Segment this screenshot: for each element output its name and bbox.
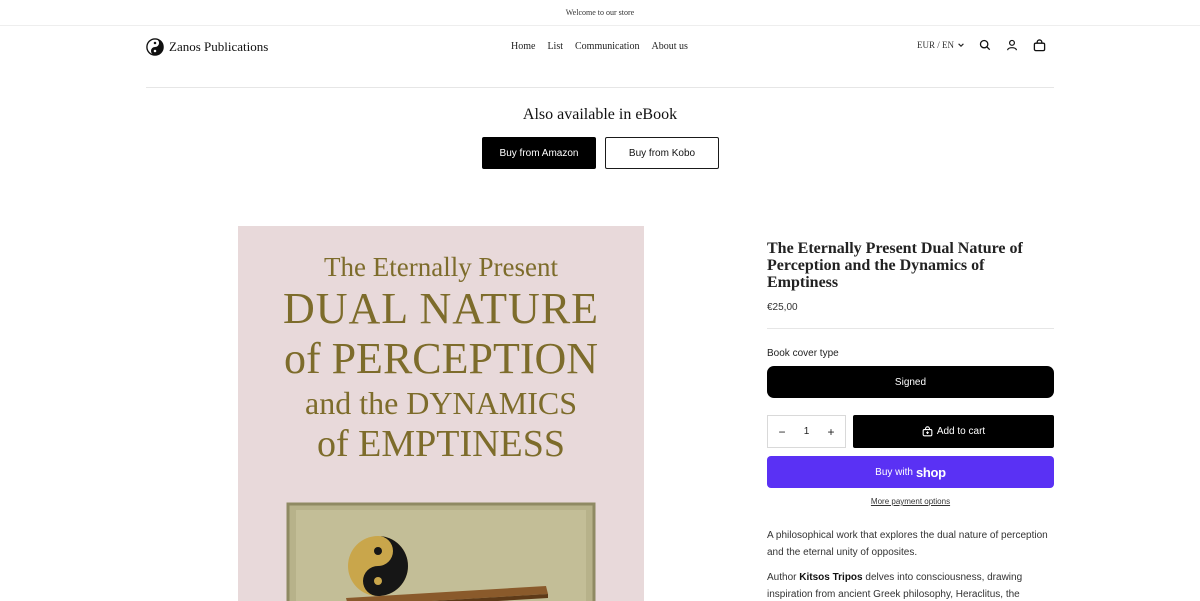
product-description: A philosophical work that explores the d… [767, 530, 1048, 558]
author-name: Kitsos Tripos [799, 572, 863, 583]
nav-item-home[interactable]: Home [511, 41, 535, 52]
buy-from-kobo-button[interactable]: Buy from Kobo [605, 137, 719, 169]
main-nav: Home List Communication About us [511, 41, 688, 52]
account-icon[interactable] [1005, 38, 1019, 52]
author-paragraph: Author Kitsos Tripos delves into conscio… [767, 569, 1054, 601]
site-header: Zanos Publications Home List Communicati… [146, 26, 1054, 88]
product-title: The Eternally Present Dual Nature of Per… [767, 240, 1023, 291]
cover-painting [286, 502, 596, 601]
cover-line: and the DYNAMICS [305, 385, 577, 421]
ebook-heading: Also available in eBook [522, 106, 678, 123]
cover-line: of PERCEPTION [283, 334, 599, 383]
product-price: €25,00 [767, 302, 798, 313]
search-icon[interactable] [978, 38, 992, 52]
quantity-stepper: − 1 + [767, 415, 846, 448]
locale-label: EUR / EN [917, 40, 954, 50]
cart-plus-icon [922, 426, 933, 437]
nav-item-list[interactable]: List [547, 41, 563, 52]
locale-selector[interactable]: EUR / EN [917, 40, 965, 50]
add-to-cart-label: Add to cart [936, 426, 986, 437]
variant-label: Book cover type [767, 348, 839, 359]
nav-item-about[interactable]: About us [651, 41, 687, 52]
cart-row: − 1 + Add to cart [767, 415, 1054, 448]
nav-item-communication[interactable]: Communication [575, 41, 639, 52]
cover-title: The Eternally Present DUAL NATURE of PER… [238, 252, 644, 465]
quantity-input[interactable]: 1 [804, 426, 810, 437]
quantity-decrease-button[interactable]: − [776, 425, 788, 439]
cover-line: The Eternally Present [324, 252, 558, 282]
more-payment-options-link[interactable]: More payment options [767, 497, 1054, 506]
buy-with-label: Buy with [875, 466, 913, 478]
add-to-cart-button[interactable]: Add to cart [853, 415, 1054, 448]
brand-name: Zanos Publications [169, 39, 269, 54]
yin-yang-sphere [348, 536, 408, 596]
book-cover-image[interactable]: The Eternally Present DUAL NATURE of PER… [238, 226, 644, 601]
cover-line: DUAL NATURE [282, 284, 600, 333]
author-prefix: Author [767, 572, 800, 583]
quantity-increase-button[interactable]: + [825, 425, 837, 439]
divider [767, 328, 1054, 329]
cover-line: of EMPTINESS [316, 423, 566, 465]
cart-icon[interactable] [1032, 38, 1046, 52]
buy-with-shop-button[interactable]: Buy with shop [767, 456, 1054, 488]
brand-logo[interactable]: Zanos Publications [146, 38, 268, 56]
buy-from-amazon-button[interactable]: Buy from Amazon [482, 137, 596, 169]
announcement-bar: Welcome to our store [0, 0, 1200, 26]
product-info: The Eternally Present Dual Nature of Per… [767, 240, 1054, 601]
shop-logo: shop [915, 464, 946, 480]
header-tools: EUR / EN [917, 38, 1046, 52]
chevron-down-icon [958, 43, 964, 47]
announcement-text: Welcome to our store [565, 8, 635, 17]
yin-yang-icon [146, 38, 164, 56]
variant-option-signed[interactable]: Signed [767, 366, 1054, 398]
